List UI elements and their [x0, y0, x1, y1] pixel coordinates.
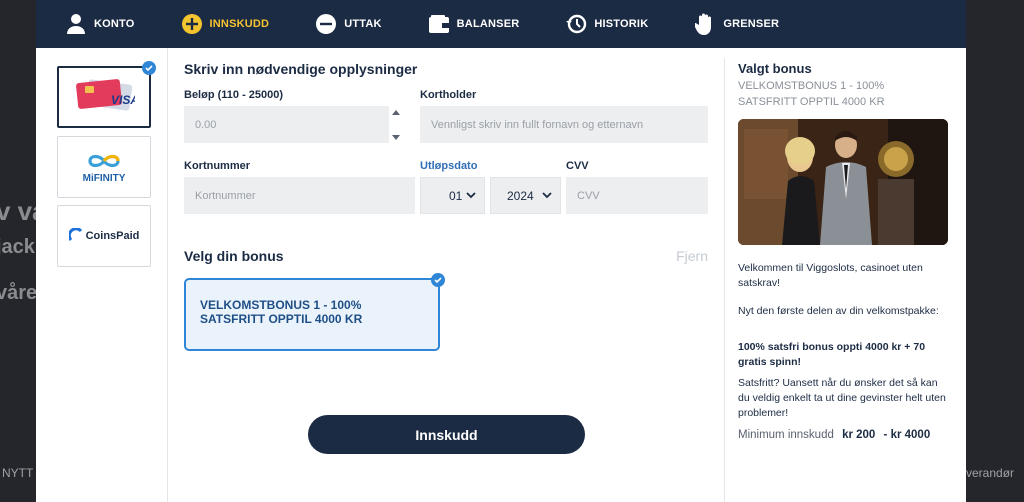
expiry-label: Utløpsdato — [420, 160, 478, 172]
plus-circle-icon — [180, 12, 204, 36]
max-deposit-value: - kr 4000 — [883, 429, 931, 441]
deposit-modal: KONTO INNSKUDD UTTAK BALANSER HISTORIK G… — [36, 0, 966, 502]
bonus-description: Satsfritt? Uansett når du ønsker det så … — [738, 377, 946, 419]
expiry-month-select[interactable]: 01 — [420, 177, 485, 214]
stepper-down-icon[interactable] — [391, 134, 401, 141]
column-divider — [724, 58, 725, 502]
background-left: v vå jack våre NYTT — [0, 0, 47, 502]
promo-image — [738, 119, 948, 245]
nav-konto[interactable]: KONTO — [64, 12, 135, 36]
cvv-label: CVV — [566, 160, 589, 172]
amount-stepper[interactable] — [389, 106, 403, 144]
nav-grenser[interactable]: GRENSER — [693, 12, 779, 36]
selected-bonus-panel: Valgt bonus VELKOMSTBONUS 1 - 100% SATSF… — [738, 48, 950, 502]
check-icon — [142, 61, 156, 75]
expiry-year-value: 2024 — [507, 188, 534, 203]
stepper-up-icon[interactable] — [391, 109, 401, 116]
method-mifinity[interactable]: MiFINITY — [57, 136, 151, 198]
background-footer-text: NYTT — [2, 466, 34, 480]
nav-label: UTTAK — [344, 18, 382, 30]
coinspaid-logo-icon: CoinsPaid — [68, 228, 139, 244]
bonus-option[interactable]: VELKOMSTBONUS 1 - 100% SATSFRITT OPPTIL … — [184, 273, 445, 351]
card-number-label: Kortnummer — [184, 160, 251, 172]
chevron-down-icon — [466, 192, 476, 199]
account-nav: KONTO INNSKUDD UTTAK BALANSER HISTORIK G… — [36, 0, 966, 48]
check-icon — [431, 273, 445, 287]
payment-methods: VISA MiFINITY CoinsPaid — [36, 48, 168, 502]
wallet-icon — [427, 12, 451, 36]
nav-label: BALANSER — [456, 18, 520, 30]
min-deposit-label: Minimum innskudd — [738, 429, 834, 441]
svg-text:VISA: VISA — [111, 93, 135, 107]
mifinity-logo-icon: MiFINITY — [83, 151, 125, 184]
nav-balanser[interactable]: BALANSER — [427, 12, 520, 36]
holder-label: Kortholder — [420, 89, 477, 101]
bonus-highlight: 100% satsfri bonus oppti 4000 kr + 70 gr… — [738, 341, 926, 368]
chevron-down-icon — [542, 192, 552, 199]
minus-circle-icon — [314, 12, 338, 36]
selected-bonus-title: Valgt bonus — [738, 61, 812, 76]
background-text: jack — [0, 236, 35, 258]
nav-historik[interactable]: HISTORIK — [564, 12, 648, 36]
form-heading: Skriv inn nødvendige opplysninger — [184, 61, 418, 77]
background-text: våre — [0, 282, 38, 304]
deposit-form: Skriv inn nødvendige opplysninger Beløp … — [184, 48, 724, 502]
card-number-input[interactable]: Kortnummer — [184, 177, 415, 214]
method-visa[interactable]: VISA — [57, 61, 156, 128]
nav-innskudd[interactable]: INNSKUDD — [180, 12, 270, 36]
expiry-month-value: 01 — [449, 188, 463, 203]
nav-uttak[interactable]: UTTAK — [314, 12, 381, 36]
visa-logo-icon: VISA — [73, 78, 139, 117]
nav-label: GRENSER — [723, 18, 780, 30]
bonus-heading: Velg din bonus — [184, 248, 284, 264]
history-icon — [564, 12, 588, 36]
nav-label: HISTORIK — [594, 18, 649, 30]
background-footer-text: verandør — [966, 466, 1015, 480]
remove-bonus-link[interactable]: Fjern — [676, 248, 708, 264]
modal-body: VISA MiFINITY CoinsPaid — [36, 48, 966, 502]
cardholder-input[interactable]: Vennligst skriv inn fullt fornavn og ett… — [420, 106, 708, 143]
nav-label: KONTO — [94, 18, 135, 30]
deposit-submit-button[interactable]: Innskudd — [308, 415, 585, 454]
selected-bonus-name: VELKOMSTBONUS 1 - 100% SATSFRITT OPPTIL … — [738, 80, 885, 108]
amount-label: Beløp (110 - 25000) — [184, 89, 284, 101]
method-coinspaid[interactable]: CoinsPaid — [57, 205, 151, 267]
hand-icon — [693, 12, 717, 36]
user-icon — [64, 12, 88, 36]
expiry-year-select[interactable]: 2024 — [490, 177, 561, 214]
deposit-limits: Minimum innskudd kr 200 - kr 4000 — [738, 428, 950, 443]
background-right: verandør — [966, 0, 1024, 502]
bonus-description: Nyt den første delen av din velkomstpakk… — [738, 305, 939, 317]
bonus-option-label: VELKOMSTBONUS 1 - 100% SATSFRITT OPPTIL … — [200, 298, 363, 326]
amount-input[interactable]: 0.00 — [184, 106, 389, 143]
bonus-description: Velkommen til Viggoslots, casinoet uten … — [738, 262, 923, 289]
min-deposit-value: kr 200 — [842, 429, 876, 441]
nav-label: INNSKUDD — [209, 18, 270, 30]
cvv-input[interactable]: CVV — [566, 177, 708, 214]
